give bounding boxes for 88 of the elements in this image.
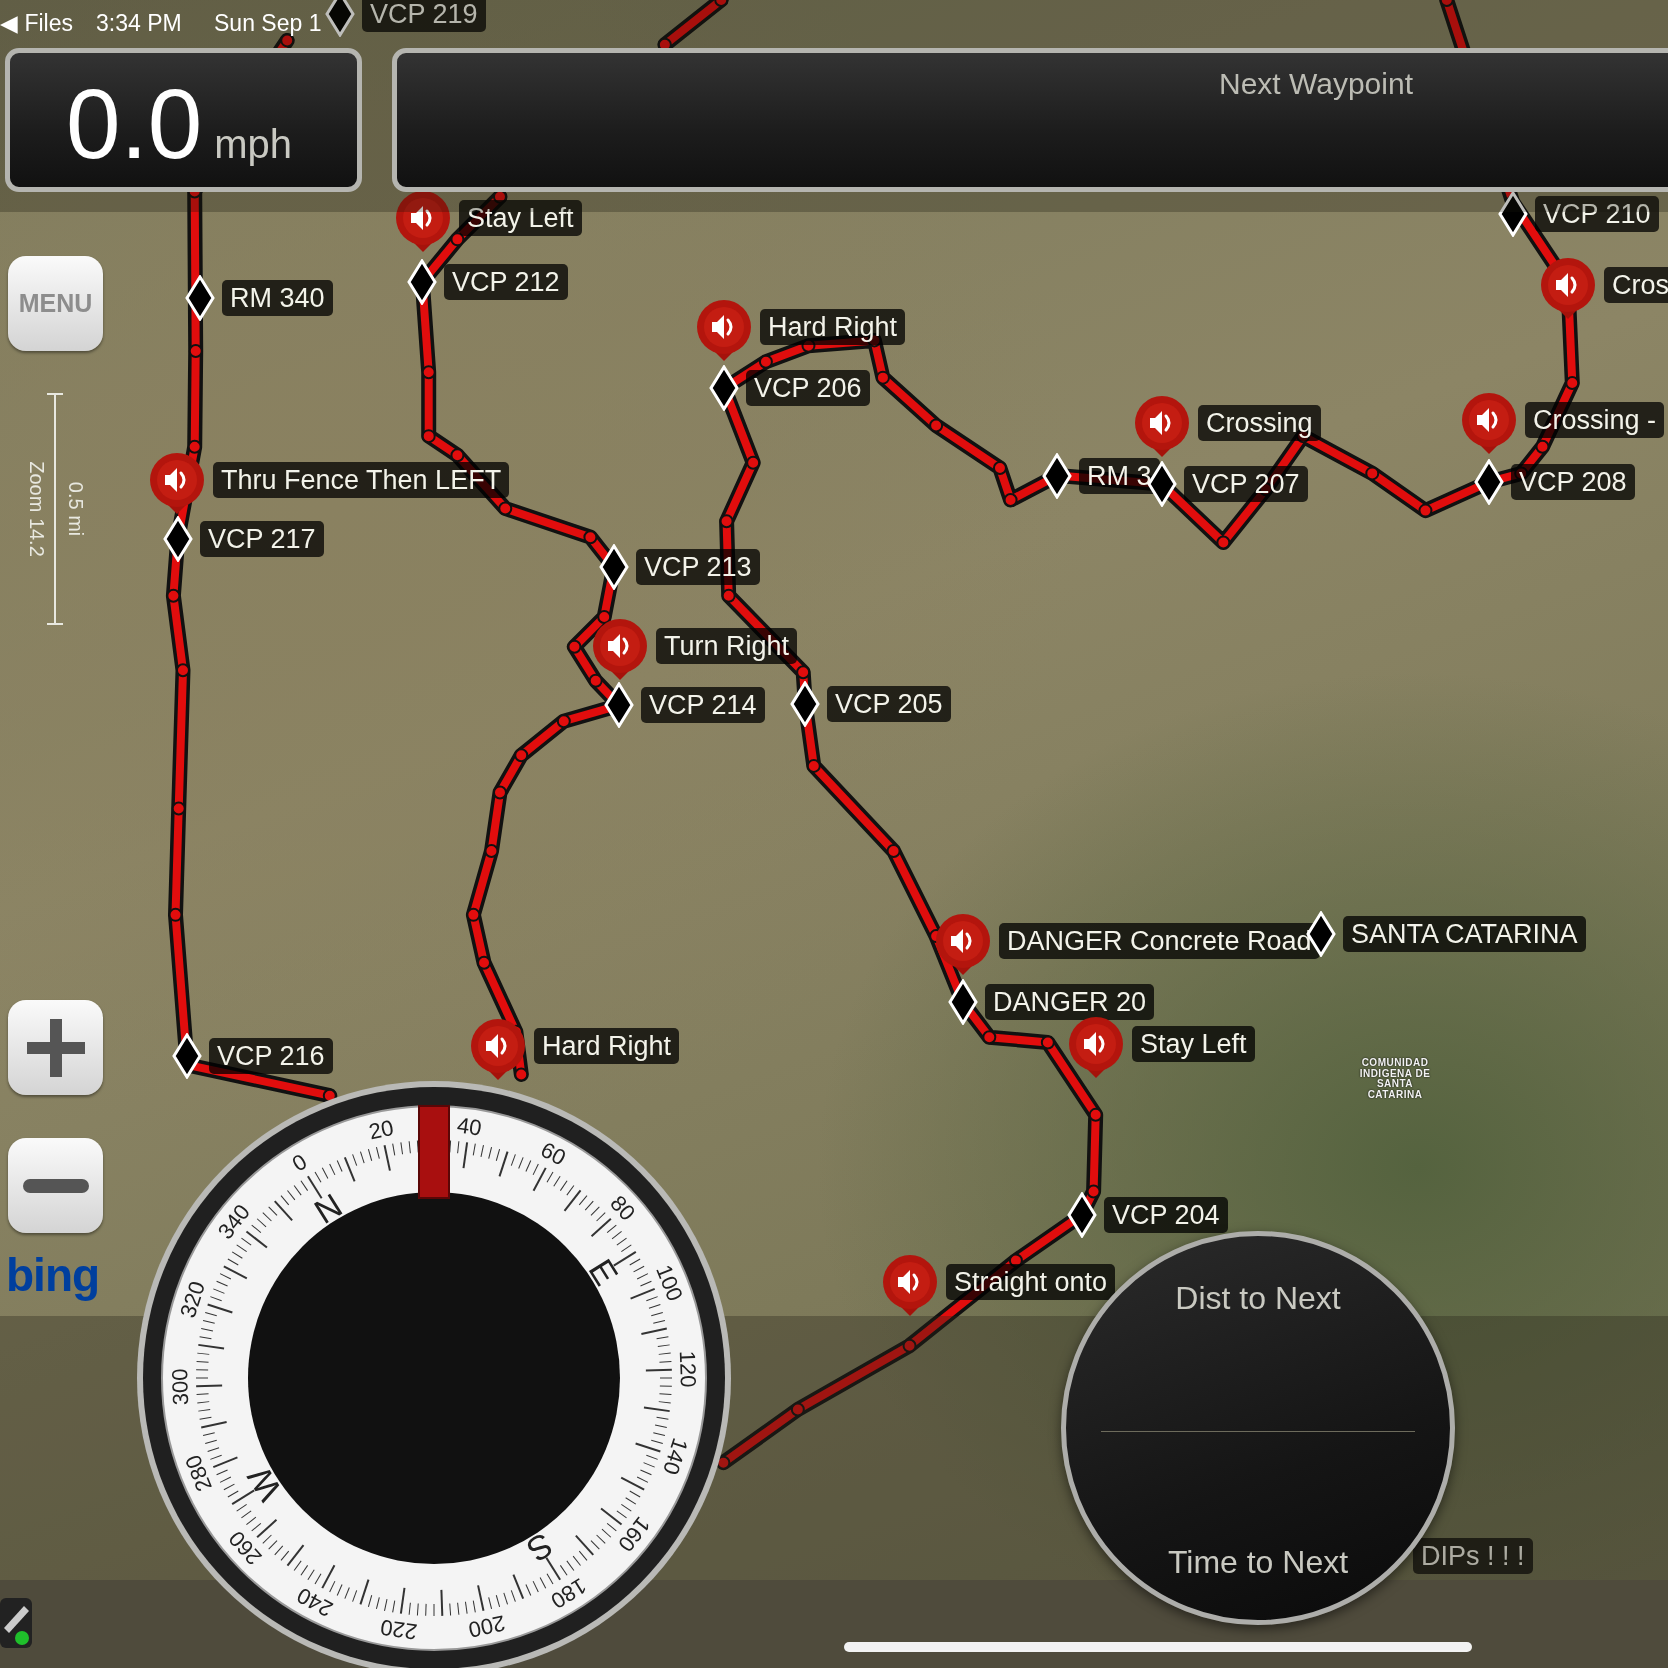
degree-label: 240 xyxy=(292,1582,337,1622)
waypoint-label: VCP 210 xyxy=(1535,196,1659,232)
cardinal-label: N xyxy=(307,1185,349,1231)
waypoint-diamond-icon xyxy=(948,979,978,1025)
waypoint-diamond-icon xyxy=(172,1033,202,1079)
waypoint-label: VCP 205 xyxy=(827,686,951,722)
minus-icon xyxy=(22,1178,89,1193)
satellite-status-icon[interactable] xyxy=(0,1598,32,1648)
degree-label: 80 xyxy=(605,1190,641,1226)
speed-unit: mph xyxy=(214,121,293,168)
waypoint-label: Stay Left xyxy=(459,200,582,236)
speaker-pin-icon[interactable] xyxy=(881,1253,939,1317)
waypoint-label: VCP 213 xyxy=(636,549,760,585)
degree-label: 280 xyxy=(180,1451,217,1495)
degree-label: 300 xyxy=(167,1368,194,1406)
degree-label: 60 xyxy=(536,1136,570,1171)
waypoint-label: Hard Right xyxy=(534,1028,680,1064)
speaker-pin-icon[interactable] xyxy=(469,1017,527,1081)
waypoint-label: RM 340 xyxy=(222,280,333,316)
degree-label: 20 xyxy=(366,1114,396,1145)
waypoint-diamond-icon xyxy=(790,681,820,727)
waypoint-label: DANGER 20 xyxy=(985,984,1155,1020)
degree-label: 0 xyxy=(287,1148,312,1177)
back-link[interactable]: ◀ Files xyxy=(0,6,73,41)
speaker-pin-icon[interactable] xyxy=(1539,256,1597,320)
waypoint-diamond-icon xyxy=(599,544,629,590)
degree-label: 180 xyxy=(546,1573,591,1614)
speaker-pin-icon[interactable] xyxy=(695,298,753,362)
place-label: COMUNIDAD INDIGENA DE SANTA CATARINA xyxy=(1358,1058,1432,1100)
waypoint-diamond-icon xyxy=(163,516,193,562)
speaker-pin-icon[interactable] xyxy=(394,189,452,253)
waypoint-label: VCP 207 xyxy=(1184,466,1308,502)
waypoint-label: VCP 204 xyxy=(1104,1197,1228,1233)
speed-value: 0.0 xyxy=(66,75,203,173)
waypoint-label: Hard Right xyxy=(760,309,906,345)
waypoint-diamond-icon xyxy=(1474,459,1504,505)
zoom-level-label: Zoom 14.2 xyxy=(24,461,49,557)
waypoint-label: VCP 206 xyxy=(746,370,870,406)
time-label: Time to Next xyxy=(1167,1543,1349,1582)
waypoint-diamond-icon xyxy=(1067,1192,1097,1238)
panel-title: Next Waypoint xyxy=(1219,66,1413,102)
waypoint-label: Stay Left xyxy=(1132,1026,1255,1062)
waypoint-diamond-icon xyxy=(407,259,437,305)
waypoint-label: DIPs ! ! ! xyxy=(1413,1538,1533,1574)
waypoint-label: Straight onto xyxy=(946,1264,1116,1300)
degree-label: 320 xyxy=(174,1278,210,1321)
speaker-pin-icon[interactable] xyxy=(1460,391,1518,455)
distance-label: Dist to Next xyxy=(1175,1279,1341,1318)
waypoint-diamond-icon xyxy=(1498,191,1528,237)
degree-label: 340 xyxy=(212,1199,255,1244)
cardinal-label: E xyxy=(581,1252,626,1292)
speaker-pin-icon[interactable] xyxy=(1133,394,1191,458)
waypoint-label: Cros xyxy=(1604,267,1668,303)
speaker-pin-icon[interactable] xyxy=(1067,1015,1125,1079)
waypoint-label: Thru Fence Then LEFT xyxy=(213,462,510,498)
waypoint-label: VCP 208 xyxy=(1511,464,1635,500)
degree-label: 200 xyxy=(466,1610,508,1643)
cardinal-label: S xyxy=(520,1525,560,1570)
degree-label: 260 xyxy=(223,1525,267,1570)
waypoint-label: VCP 212 xyxy=(444,264,568,300)
waypoint-diamond-icon xyxy=(185,275,215,321)
degree-label: 120 xyxy=(674,1350,701,1388)
degree-label: 140 xyxy=(658,1435,694,1478)
waypoint-label: Turn Right xyxy=(656,628,798,664)
waypoint-label: VCP 219 xyxy=(362,0,486,32)
degree-label: 160 xyxy=(613,1512,656,1557)
waypoint-diamond-icon xyxy=(325,0,355,37)
scale-distance-label: 0.5 mi xyxy=(64,481,89,537)
cardinal-label: W xyxy=(239,1460,289,1508)
degree-label: 100 xyxy=(651,1261,688,1305)
degree-label: 40 xyxy=(455,1112,484,1141)
degree-label: 220 xyxy=(378,1614,419,1645)
waypoint-label: VCP 216 xyxy=(209,1038,333,1074)
status-date: Sun Sep 1 xyxy=(214,9,322,38)
waypoint-label: Crossing xyxy=(1198,405,1321,441)
zoom-in-button[interactable] xyxy=(8,1000,103,1095)
waypoint-label: VCP 217 xyxy=(200,521,324,557)
waypoint-label: SANTA CATARINA xyxy=(1343,916,1586,952)
waypoint-label: Crossing - xyxy=(1525,402,1665,438)
waypoint-diamond-icon xyxy=(604,682,634,728)
waypoint-diamond-icon xyxy=(709,365,739,411)
speaker-pin-icon[interactable] xyxy=(148,451,206,515)
waypoint-diamond-icon xyxy=(1042,453,1072,499)
speaker-pin-icon[interactable] xyxy=(591,617,649,681)
waypoint-label: VCP 214 xyxy=(641,687,765,723)
speaker-pin-icon[interactable] xyxy=(934,912,992,976)
status-time: 3:34 PM xyxy=(96,9,182,38)
zoom-out-button[interactable] xyxy=(8,1138,103,1233)
